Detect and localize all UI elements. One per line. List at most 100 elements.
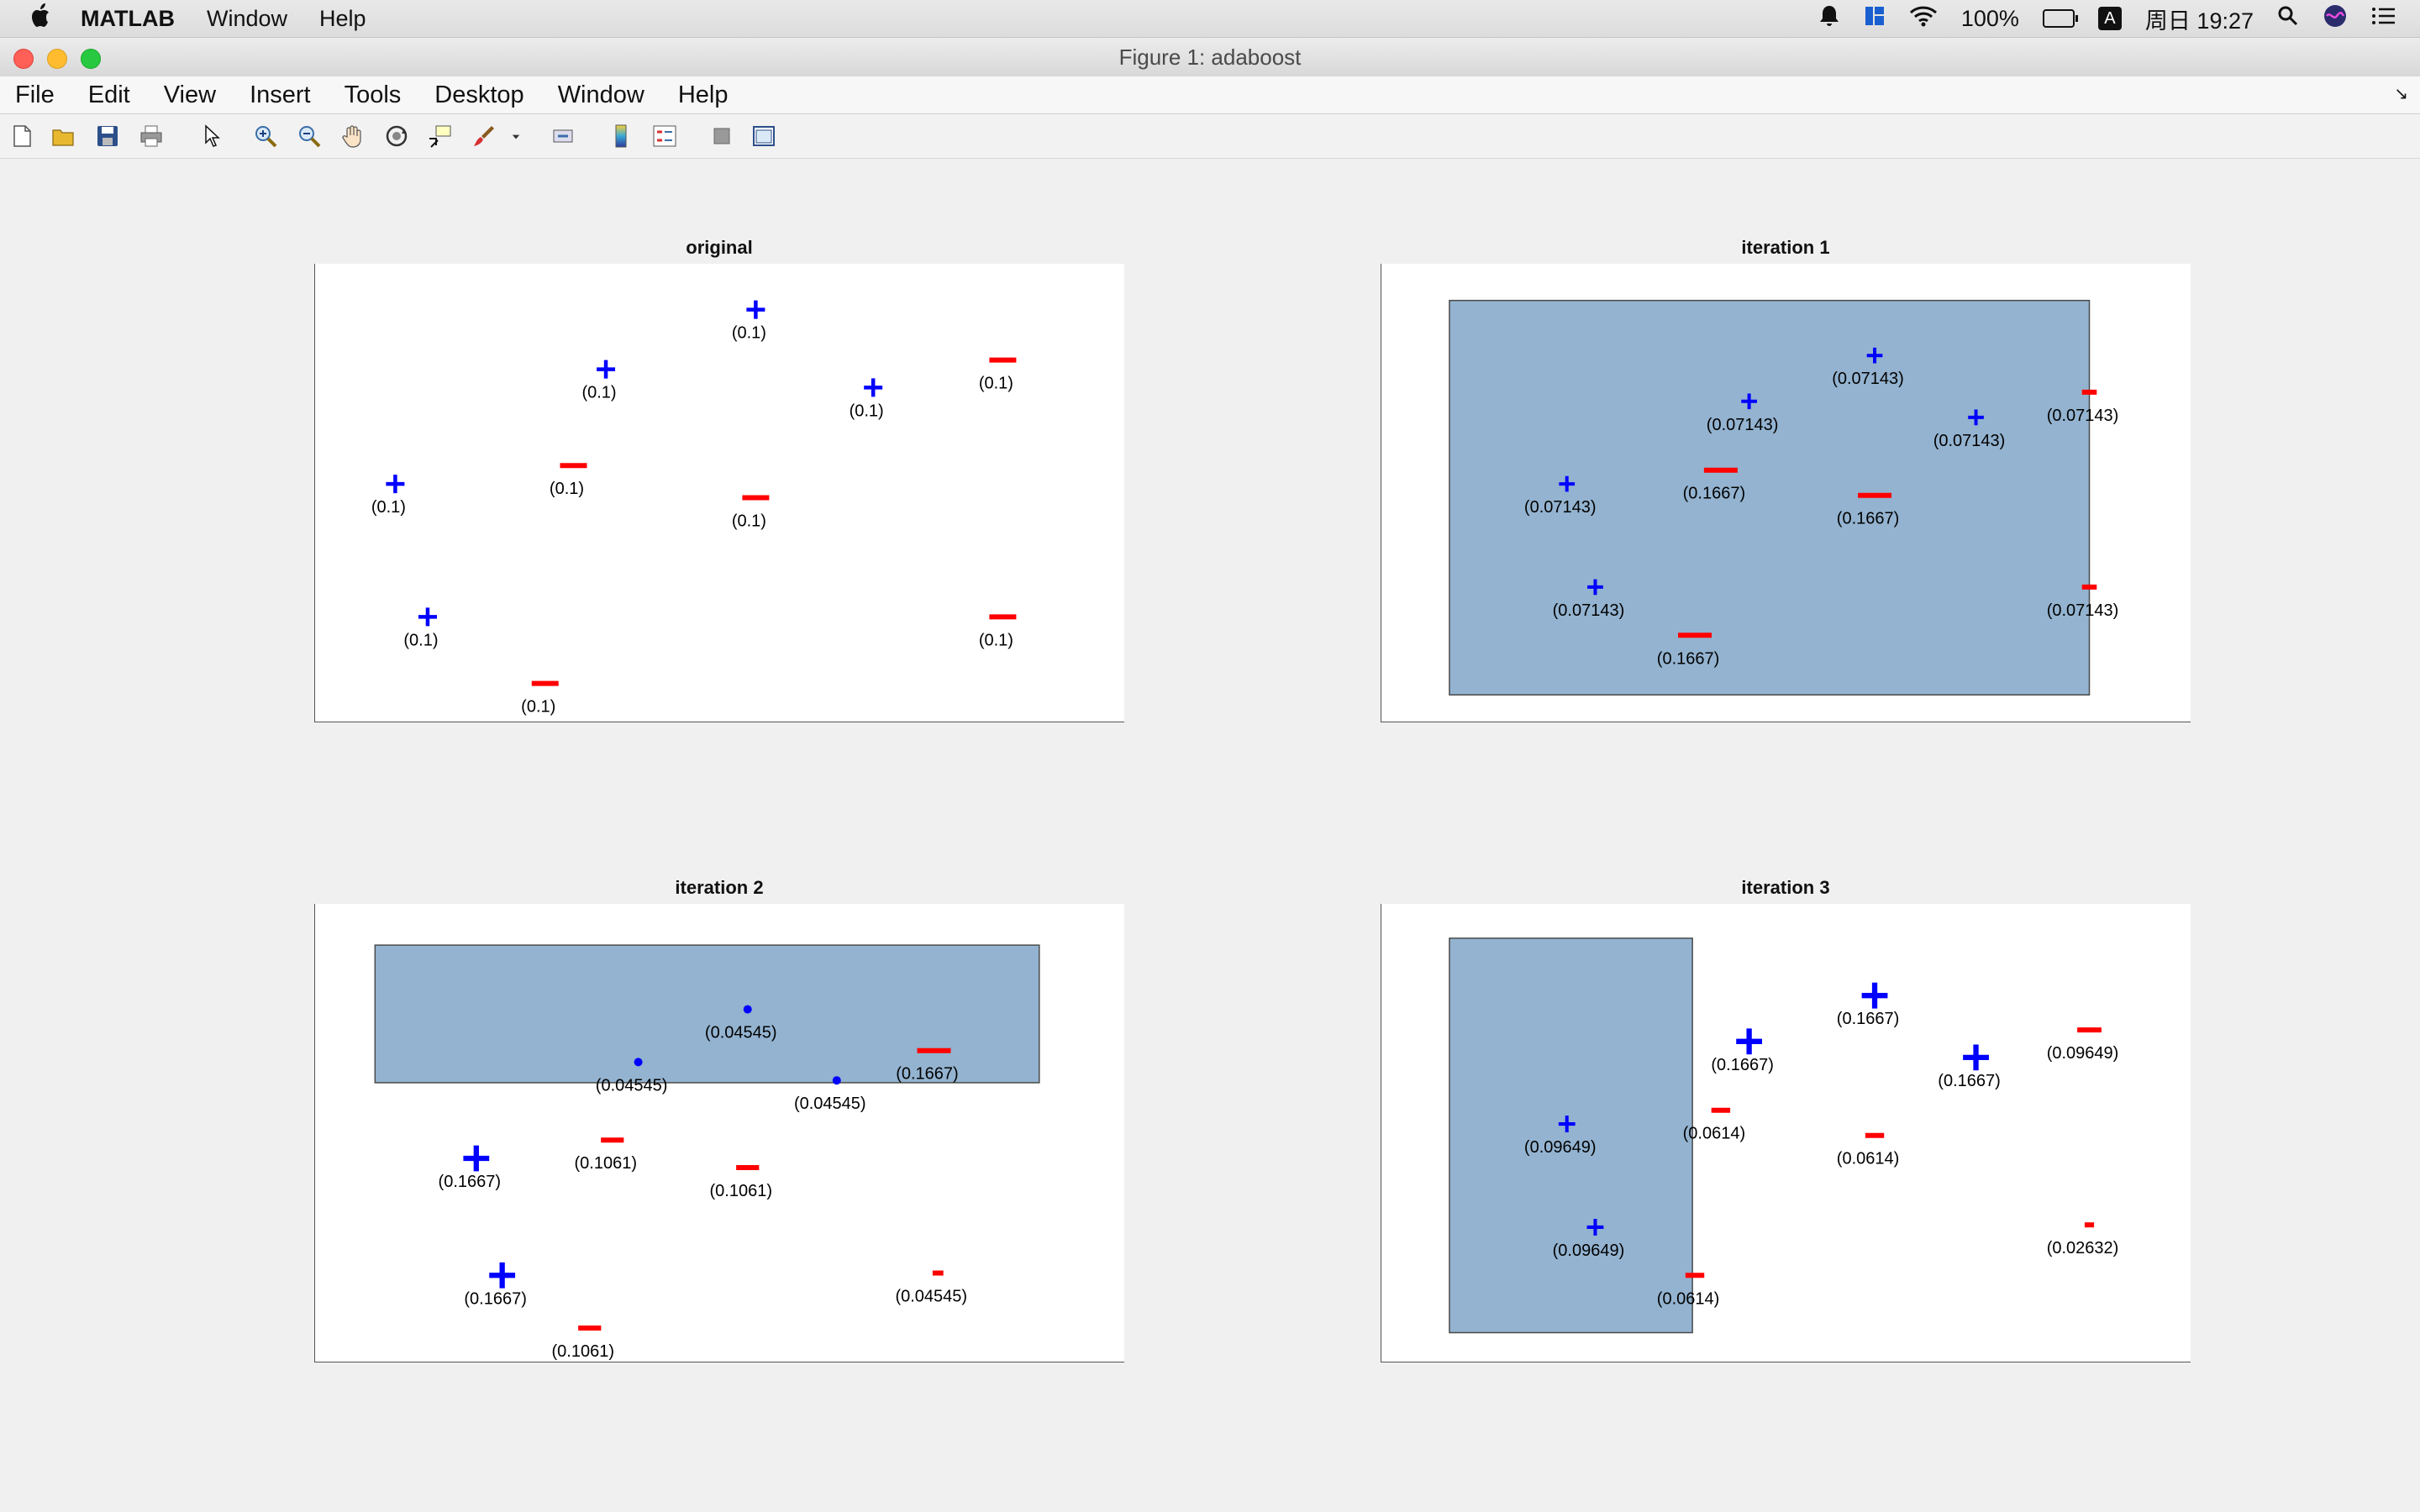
- control-center-icon[interactable]: [2371, 5, 2396, 33]
- weight-label: (0.07143): [1933, 432, 2006, 450]
- figure-menu-window[interactable]: Window: [558, 81, 644, 109]
- positive-point: [1963, 1044, 1989, 1071]
- battery-icon[interactable]: [2042, 9, 2078, 28]
- brush-icon[interactable]: [471, 123, 497, 150]
- edit-plot-arrow-icon[interactable]: [198, 123, 225, 150]
- weight-label: (0.1): [732, 324, 766, 343]
- weight-label: (0.1061): [709, 1182, 772, 1200]
- plot-canvas: (0.09649) (0.09649) (0.1667) (0.1667) (0.166…: [1449, 937, 2119, 1334]
- weight-label: (0.1): [403, 631, 438, 649]
- weight-label: (0.0614): [1657, 1289, 1720, 1308]
- positive-point: [832, 1076, 841, 1085]
- window-title: Figure 1: adaboost: [1118, 45, 1302, 70]
- menu-window[interactable]: Window: [207, 6, 287, 32]
- positive-point: [746, 300, 765, 319]
- window-minimize-button[interactable]: [47, 49, 67, 69]
- weight-label: (0.04545): [705, 1024, 777, 1042]
- subplot-title: original: [686, 237, 753, 258]
- save-icon[interactable]: [94, 123, 121, 150]
- system-menu-bar: MATLAB Window Help 100% A 周日 19:27: [0, 0, 2420, 38]
- colorbar-icon[interactable]: [608, 123, 634, 150]
- rotate-3d-icon[interactable]: [383, 123, 410, 150]
- zoom-in-icon[interactable]: [252, 123, 279, 150]
- weight-label: (0.04545): [895, 1288, 967, 1306]
- subplot-original[interactable]: original (0.1) (0.1) (0.1) (0.1) (0.1) (0.1)(…: [314, 237, 1124, 722]
- weight-label: (0.07143): [2047, 601, 2119, 620]
- weight-label: (0.1667): [1711, 1056, 1774, 1074]
- weight-label: (0.0614): [1683, 1125, 1745, 1143]
- weight-label: (0.07143): [1524, 498, 1597, 517]
- positive-point: [1861, 982, 1888, 1009]
- wifi-icon[interactable]: [1909, 5, 1938, 33]
- weight-label: (0.09649): [1524, 1138, 1597, 1157]
- figure-menu-desktop[interactable]: Desktop: [434, 81, 523, 109]
- weight-label: (0.07143): [2047, 407, 2119, 425]
- hide-plot-tools-icon[interactable]: [708, 123, 735, 150]
- weight-label: (0.04545): [596, 1076, 668, 1095]
- menu-app-matlab[interactable]: MATLAB: [81, 6, 175, 32]
- collapse-arrow-icon[interactable]: ↘: [2394, 83, 2408, 104]
- figure-menu-help[interactable]: Help: [678, 81, 729, 109]
- figure-menu-edit[interactable]: Edit: [88, 81, 130, 109]
- positive-point: [864, 378, 883, 397]
- zoom-out-icon[interactable]: [296, 123, 323, 150]
- classifier-region: [374, 944, 1040, 1084]
- status-area: 100% A 周日 19:27: [1818, 0, 2420, 37]
- figure-menu-file[interactable]: File: [15, 81, 55, 109]
- weight-label: (0.07143): [1553, 601, 1625, 620]
- open-file-icon[interactable]: [50, 123, 77, 150]
- weight-label: (0.1667): [1938, 1072, 2001, 1090]
- weight-label: (0.09649): [1553, 1242, 1625, 1260]
- classifier-region: [1449, 937, 1693, 1334]
- weight-label: (0.1667): [439, 1173, 502, 1191]
- weight-label: (0.1667): [1657, 649, 1720, 668]
- weight-label: (0.1667): [896, 1065, 959, 1084]
- weight-label: (0.1061): [575, 1154, 638, 1173]
- weight-label: (0.07143): [1832, 370, 1904, 388]
- pan-hand-icon[interactable]: [339, 123, 366, 150]
- apple-menu-icon[interactable]: [30, 3, 52, 34]
- window-zoom-button[interactable]: [81, 49, 101, 69]
- weight-label: (0.1061): [552, 1342, 615, 1361]
- legend-icon[interactable]: [651, 123, 678, 150]
- subplot-title: iteration 1: [1741, 237, 1830, 258]
- positive-point: [1736, 1028, 1763, 1055]
- positive-point: [418, 607, 437, 627]
- subplot-iteration-2[interactable]: iteration 2 (0.04545) (0.04545) (0.04545)(…: [314, 877, 1124, 1362]
- plot-canvas: (0.1) (0.1) (0.1) (0.1) (0.1) (0.1) (0.1) (0.1)…: [371, 300, 1017, 717]
- spotlight-search-icon[interactable]: [2277, 5, 2299, 33]
- weight-label: (0.02632): [2047, 1239, 2119, 1257]
- notification-bell-icon[interactable]: [1818, 4, 1840, 34]
- positive-point: [597, 360, 616, 379]
- weight-label: (0.1667): [1837, 1010, 1900, 1028]
- positive-point: [386, 475, 405, 494]
- weight-label: (0.1): [371, 498, 406, 517]
- positive-point: [489, 1262, 516, 1289]
- figure-menu-insert[interactable]: Insert: [250, 81, 311, 109]
- clock[interactable]: 周日 19:27: [2145, 3, 2254, 35]
- new-figure-icon[interactable]: [8, 123, 35, 150]
- menu-help[interactable]: Help: [319, 6, 366, 32]
- brush-dropdown-icon[interactable]: [508, 123, 524, 150]
- data-cursor-icon[interactable]: [427, 123, 454, 150]
- weight-label: (0.1): [732, 512, 766, 530]
- print-icon[interactable]: [138, 123, 165, 150]
- window-close-button[interactable]: [13, 49, 34, 69]
- app-grid-icon[interactable]: [1864, 5, 1886, 33]
- weight-label: (0.1667): [1837, 510, 1900, 528]
- positive-point: [634, 1058, 643, 1067]
- subplot-iteration-3[interactable]: iteration 3 (0.09649) (0.09649) (0.1667) (0…: [1381, 877, 2191, 1362]
- show-plot-tools-icon[interactable]: [750, 123, 777, 150]
- siri-icon[interactable]: [2323, 3, 2348, 34]
- battery-percent: 100%: [1960, 5, 2019, 31]
- weight-label: (0.1667): [1683, 485, 1745, 503]
- subplot-iteration-1[interactable]: iteration 1 (0.07143) (0.07143) (0.07143)(…: [1381, 237, 2191, 722]
- plot-canvas: (0.07143) (0.07143) (0.07143) (0.07143) (0.0…: [1449, 299, 2119, 696]
- input-source-indicator[interactable]: A: [2097, 7, 2122, 30]
- weight-label: (0.1): [521, 698, 555, 717]
- figure-menu-view[interactable]: View: [164, 81, 216, 109]
- figure-menu-tools[interactable]: Tools: [345, 81, 402, 109]
- weight-label: (0.04545): [794, 1095, 866, 1113]
- figure-menu-bar: File Edit View Insert Tools Desktop Wind…: [0, 76, 2420, 114]
- link-plot-icon[interactable]: [550, 123, 577, 150]
